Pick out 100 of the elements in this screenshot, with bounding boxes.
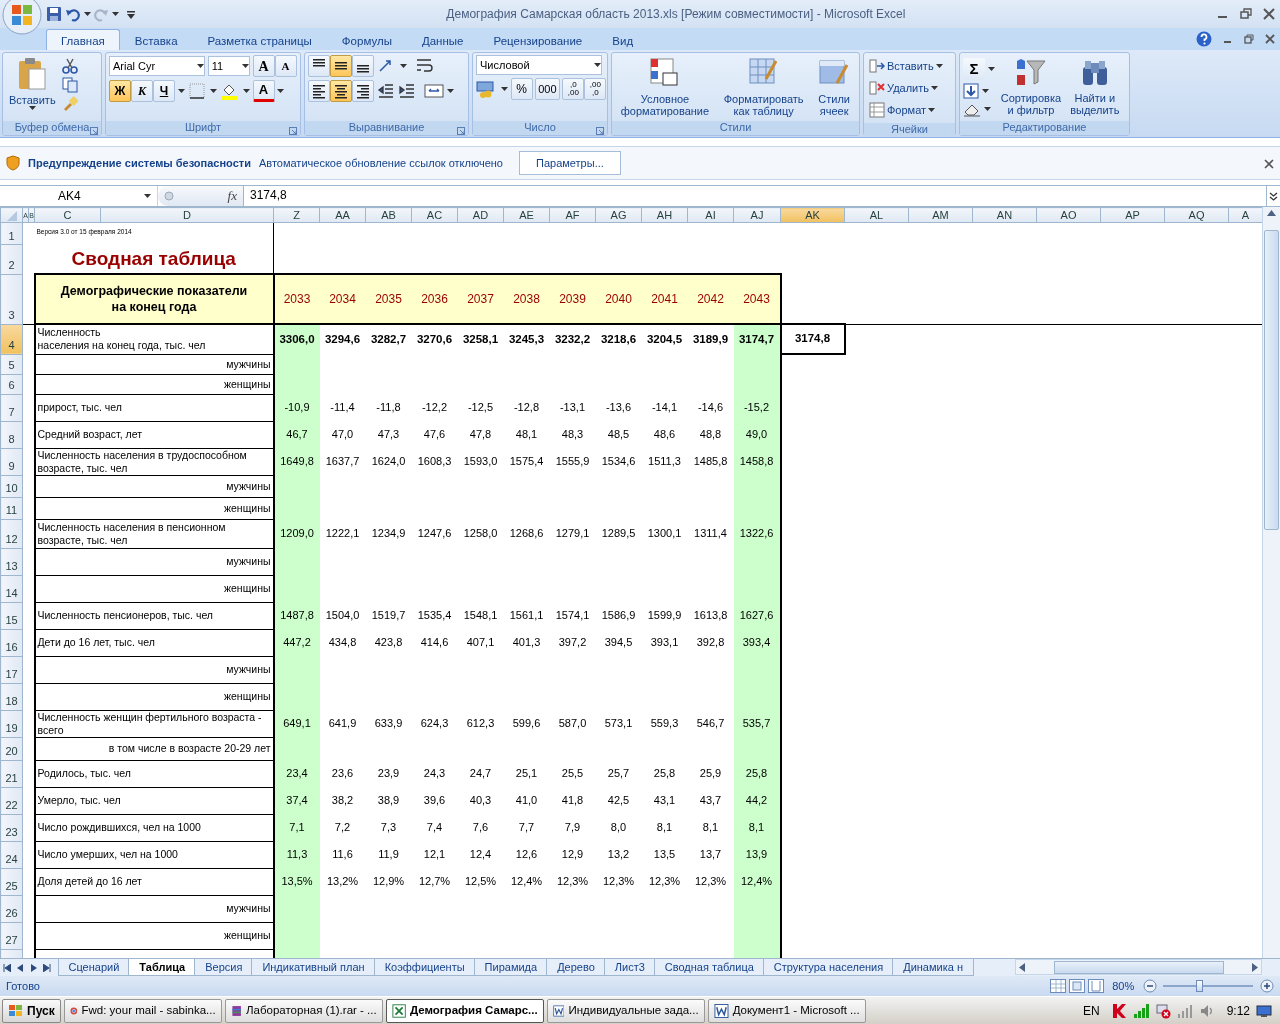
sheet-tab[interactable]: Структура населения — [762, 959, 895, 976]
sheet-tab[interactable]: Сценарий — [57, 959, 131, 976]
caret-icon[interactable] — [210, 88, 218, 93]
row-header[interactable]: 23 — [0, 814, 23, 841]
start-logo-icon[interactable] — [8, 1003, 24, 1018]
paste-button[interactable]: Вставить — [6, 55, 59, 112]
font-color-button[interactable]: A — [252, 79, 275, 102]
last-sheet-icon[interactable] — [43, 963, 52, 972]
caret-icon[interactable] — [241, 64, 249, 68]
row-header[interactable]: 2 — [0, 244, 23, 274]
cells-format-button[interactable]: Формат — [867, 99, 938, 121]
dialog-launcher-icon[interactable] — [90, 127, 98, 136]
spreadsheet-icon[interactable] — [391, 1002, 406, 1019]
start-button[interactable]: Пуск — [2, 998, 61, 1023]
sheet-tab[interactable]: Пирамида — [473, 959, 549, 976]
taskbar-button[interactable]: Демография Самарс... — [385, 998, 544, 1023]
scissors-icon[interactable] — [61, 57, 78, 74]
restore-icon[interactable] — [1243, 34, 1254, 45]
row-header[interactable]: 26 — [0, 895, 23, 922]
column-header[interactable]: AJ — [733, 207, 781, 223]
column-header[interactable]: AH — [641, 207, 688, 223]
column-header[interactable]: D — [100, 207, 274, 223]
column-header[interactable]: AL — [844, 207, 909, 223]
column-header[interactable]: AM — [908, 207, 973, 223]
cell-brush-icon[interactable] — [818, 57, 851, 87]
row-header[interactable]: 15 — [0, 602, 23, 629]
cells-format-icon[interactable] — [869, 102, 885, 118]
shrink-font-button[interactable]: A — [274, 55, 297, 77]
close-icon[interactable] — [1262, 8, 1275, 20]
clipboard-icon[interactable] — [17, 57, 48, 91]
row-header[interactable]: 10 — [0, 475, 23, 497]
grow-font-button[interactable]: A — [252, 55, 275, 77]
row-header[interactable]: 18 — [0, 683, 23, 710]
help-icon[interactable] — [1195, 31, 1212, 48]
undo-icon[interactable] — [64, 6, 81, 22]
ribbon-tab[interactable]: Данные — [406, 29, 479, 50]
column-header[interactable]: A — [1228, 207, 1262, 223]
scroll-up-icon[interactable] — [1267, 209, 1276, 216]
selected-cell[interactable]: 3174,8 — [780, 324, 845, 354]
caret-icon[interactable] — [446, 88, 454, 93]
row-header[interactable]: 11 — [0, 497, 23, 519]
scroll-left-icon[interactable] — [1018, 962, 1025, 972]
close-icon[interactable] — [1264, 158, 1274, 169]
column-header[interactable]: AI — [687, 207, 734, 223]
ribbon-tab[interactable]: Вставка — [119, 29, 193, 50]
show-desktop-icon[interactable] — [1256, 1003, 1272, 1018]
taskbar-button[interactable]: Документ1 - Microsoft ... — [707, 998, 866, 1023]
dialog-launcher-icon[interactable] — [289, 127, 297, 136]
row-header[interactable]: 14 — [0, 575, 23, 602]
zoom-slider[interactable] — [1196, 980, 1204, 992]
ribbon-tab[interactable]: Формулы — [326, 29, 407, 50]
row-header[interactable]: 7 — [0, 394, 23, 421]
column-header[interactable]: AP — [1100, 207, 1165, 223]
row-header[interactable]: 1 — [0, 222, 23, 245]
column-header[interactable]: AF — [549, 207, 596, 223]
signal-icon[interactable] — [1133, 1002, 1150, 1019]
expand-icon[interactable] — [1269, 191, 1278, 201]
row-header[interactable]: 27 — [0, 922, 23, 949]
caret-icon[interactable] — [931, 86, 938, 90]
formula-input-field[interactable]: 3174,8 — [244, 186, 1266, 206]
document-icon[interactable] — [713, 1002, 729, 1019]
caret-icon[interactable] — [83, 12, 91, 16]
row-header[interactable]: 9 — [0, 448, 23, 475]
zoom-in-icon[interactable] — [1260, 979, 1274, 993]
font-style-button[interactable]: Ж — [109, 79, 131, 102]
taskbar-button[interactable]: Fwd: your mail - sabinka... — [63, 998, 222, 1023]
cells-delete-icon[interactable] — [869, 80, 885, 96]
cells-delete-button[interactable]: Удалить — [867, 77, 940, 99]
copy-icon[interactable] — [61, 76, 78, 93]
font-style-button[interactable]: К — [131, 79, 153, 102]
sheet-tab[interactable]: Таблица — [128, 959, 197, 976]
horizontal-scrollbar[interactable] — [1015, 959, 1262, 975]
row-header[interactable]: 8 — [0, 421, 23, 448]
font-size-field[interactable]: 11 — [207, 56, 250, 76]
font-style-button[interactable]: Ч — [153, 79, 175, 102]
column-header[interactable]: Z — [273, 207, 320, 223]
caret-icon[interactable] — [177, 88, 185, 93]
row-header[interactable]: 3 — [0, 274, 23, 324]
caret-icon[interactable] — [987, 66, 995, 71]
borders-icon[interactable] — [187, 81, 208, 100]
caret-icon[interactable] — [928, 108, 936, 112]
caret-icon[interactable] — [983, 107, 991, 112]
merge-cells-icon[interactable] — [423, 81, 444, 100]
save-icon[interactable] — [46, 6, 62, 22]
row-header[interactable]: 24 — [0, 841, 23, 868]
taskbar-button[interactable]: Индивидуальные зада... — [546, 998, 705, 1023]
sheet-tab[interactable]: Динамика н — [892, 959, 974, 976]
row-header[interactable]: 6 — [0, 374, 23, 394]
sheet-tab[interactable]: Лист3 — [603, 959, 656, 976]
caret-icon[interactable] — [28, 105, 36, 110]
row-header[interactable]: 20 — [0, 737, 23, 760]
network-error-icon[interactable] — [1155, 1002, 1172, 1019]
antivirus-icon[interactable] — [1111, 1003, 1128, 1020]
caret-icon[interactable] — [594, 63, 601, 67]
thousands-button[interactable]: 000 — [535, 77, 560, 100]
row-header[interactable]: 4 — [0, 324, 23, 354]
caret-icon[interactable] — [112, 12, 119, 16]
row-header[interactable]: 19 — [0, 710, 23, 737]
caret-icon[interactable] — [144, 194, 151, 198]
fill-down-icon[interactable] — [963, 82, 979, 99]
